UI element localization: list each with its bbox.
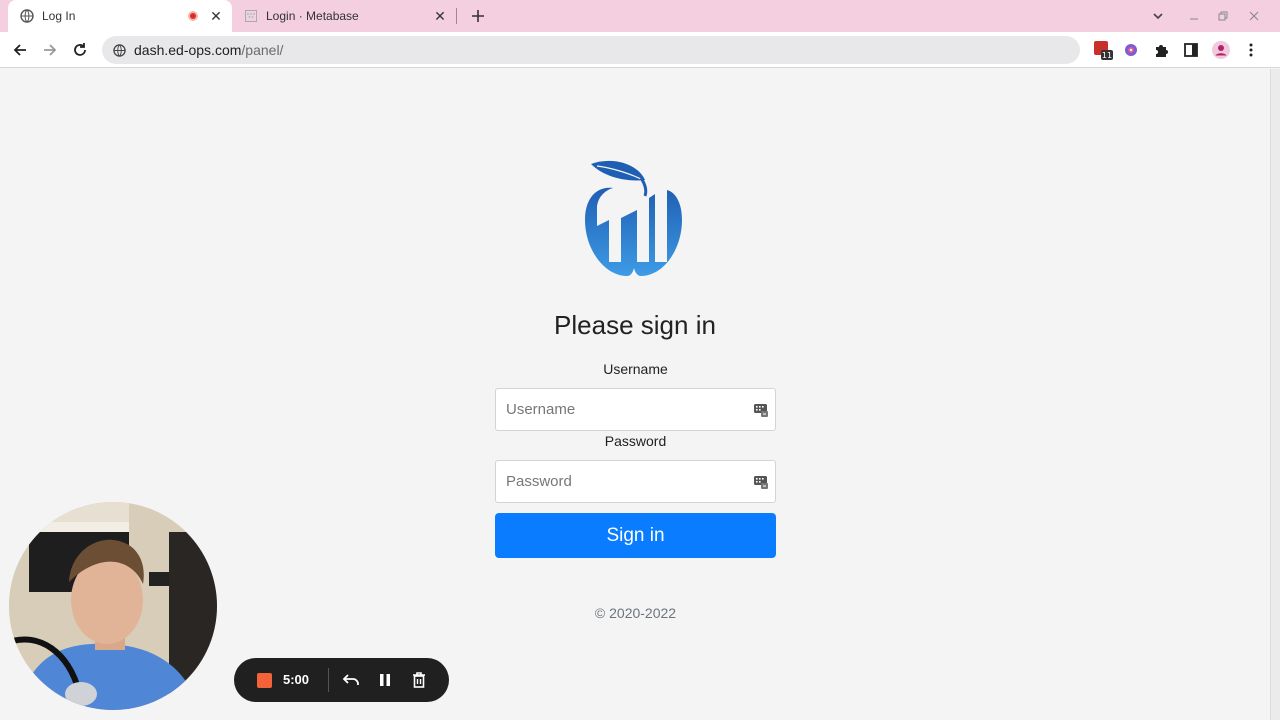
address-bar[interactable]: dash.ed-ops.com/panel/: [102, 36, 1080, 64]
forward-arrow-icon[interactable]: [38, 38, 62, 62]
tab-strip: Log In ✕ Login · Metabase ✕: [0, 0, 1280, 32]
sign-in-button[interactable]: Sign in: [495, 513, 776, 558]
browser-toolbar: dash.ed-ops.com/panel/ 11: [0, 32, 1280, 68]
username-label: Username: [603, 361, 668, 377]
webcam-overlay[interactable]: [9, 502, 217, 710]
kebab-menu-icon[interactable]: [1239, 38, 1263, 62]
recording-timer: 5:00: [283, 672, 310, 687]
username-field-wrapper: [495, 388, 776, 431]
recording-toolbar: 5:00: [234, 658, 449, 702]
close-window-icon[interactable]: [1244, 6, 1264, 26]
plus-icon[interactable]: [468, 6, 488, 26]
tab-login-metabase[interactable]: Login · Metabase ✕: [234, 0, 456, 32]
close-icon[interactable]: ✕: [432, 8, 448, 24]
tab-separator: [456, 8, 457, 24]
page-title: Please sign in: [554, 310, 716, 340]
profile-icon[interactable]: [1209, 38, 1233, 62]
password-manager-icon[interactable]: [753, 402, 769, 418]
record-dot-icon: [188, 11, 198, 21]
restore-icon[interactable]: [1213, 6, 1233, 26]
password-field-wrapper: [495, 460, 776, 503]
divider: [328, 668, 329, 692]
username-input[interactable]: [496, 389, 775, 430]
tab-log-in[interactable]: Log In ✕: [8, 0, 232, 32]
side-panel-icon[interactable]: [1179, 38, 1203, 62]
chevron-down-icon[interactable]: [1148, 6, 1168, 26]
password-input[interactable]: [496, 461, 775, 502]
reload-icon[interactable]: [68, 38, 92, 62]
globe-icon: [20, 9, 34, 23]
tab-title: Login · Metabase: [266, 9, 359, 23]
scrollbar[interactable]: [1270, 69, 1280, 720]
puzzle-icon[interactable]: [1149, 38, 1173, 62]
color-extension-icon[interactable]: [1119, 38, 1143, 62]
password-label: Password: [604, 433, 667, 449]
close-icon[interactable]: ✕: [208, 8, 224, 24]
metabase-icon: [244, 9, 258, 23]
site-info-icon[interactable]: [112, 43, 126, 57]
stop-icon[interactable]: [257, 673, 272, 688]
pause-icon[interactable]: [375, 670, 395, 690]
url-path: /panel/: [241, 42, 284, 58]
back-arrow-icon[interactable]: [8, 38, 32, 62]
trash-icon[interactable]: [409, 670, 429, 690]
minimize-icon[interactable]: [1184, 6, 1204, 26]
tab-title: Log In: [42, 9, 76, 23]
copyright-text: © 2020-2022: [594, 605, 677, 621]
app-logo: [583, 158, 685, 280]
password-manager-icon[interactable]: [753, 474, 769, 490]
calendar-extension-icon[interactable]: 11: [1091, 38, 1115, 62]
url-host: dash.ed-ops.com: [134, 42, 242, 58]
undo-icon[interactable]: [341, 670, 361, 690]
extension-badge: 11: [1102, 51, 1112, 60]
